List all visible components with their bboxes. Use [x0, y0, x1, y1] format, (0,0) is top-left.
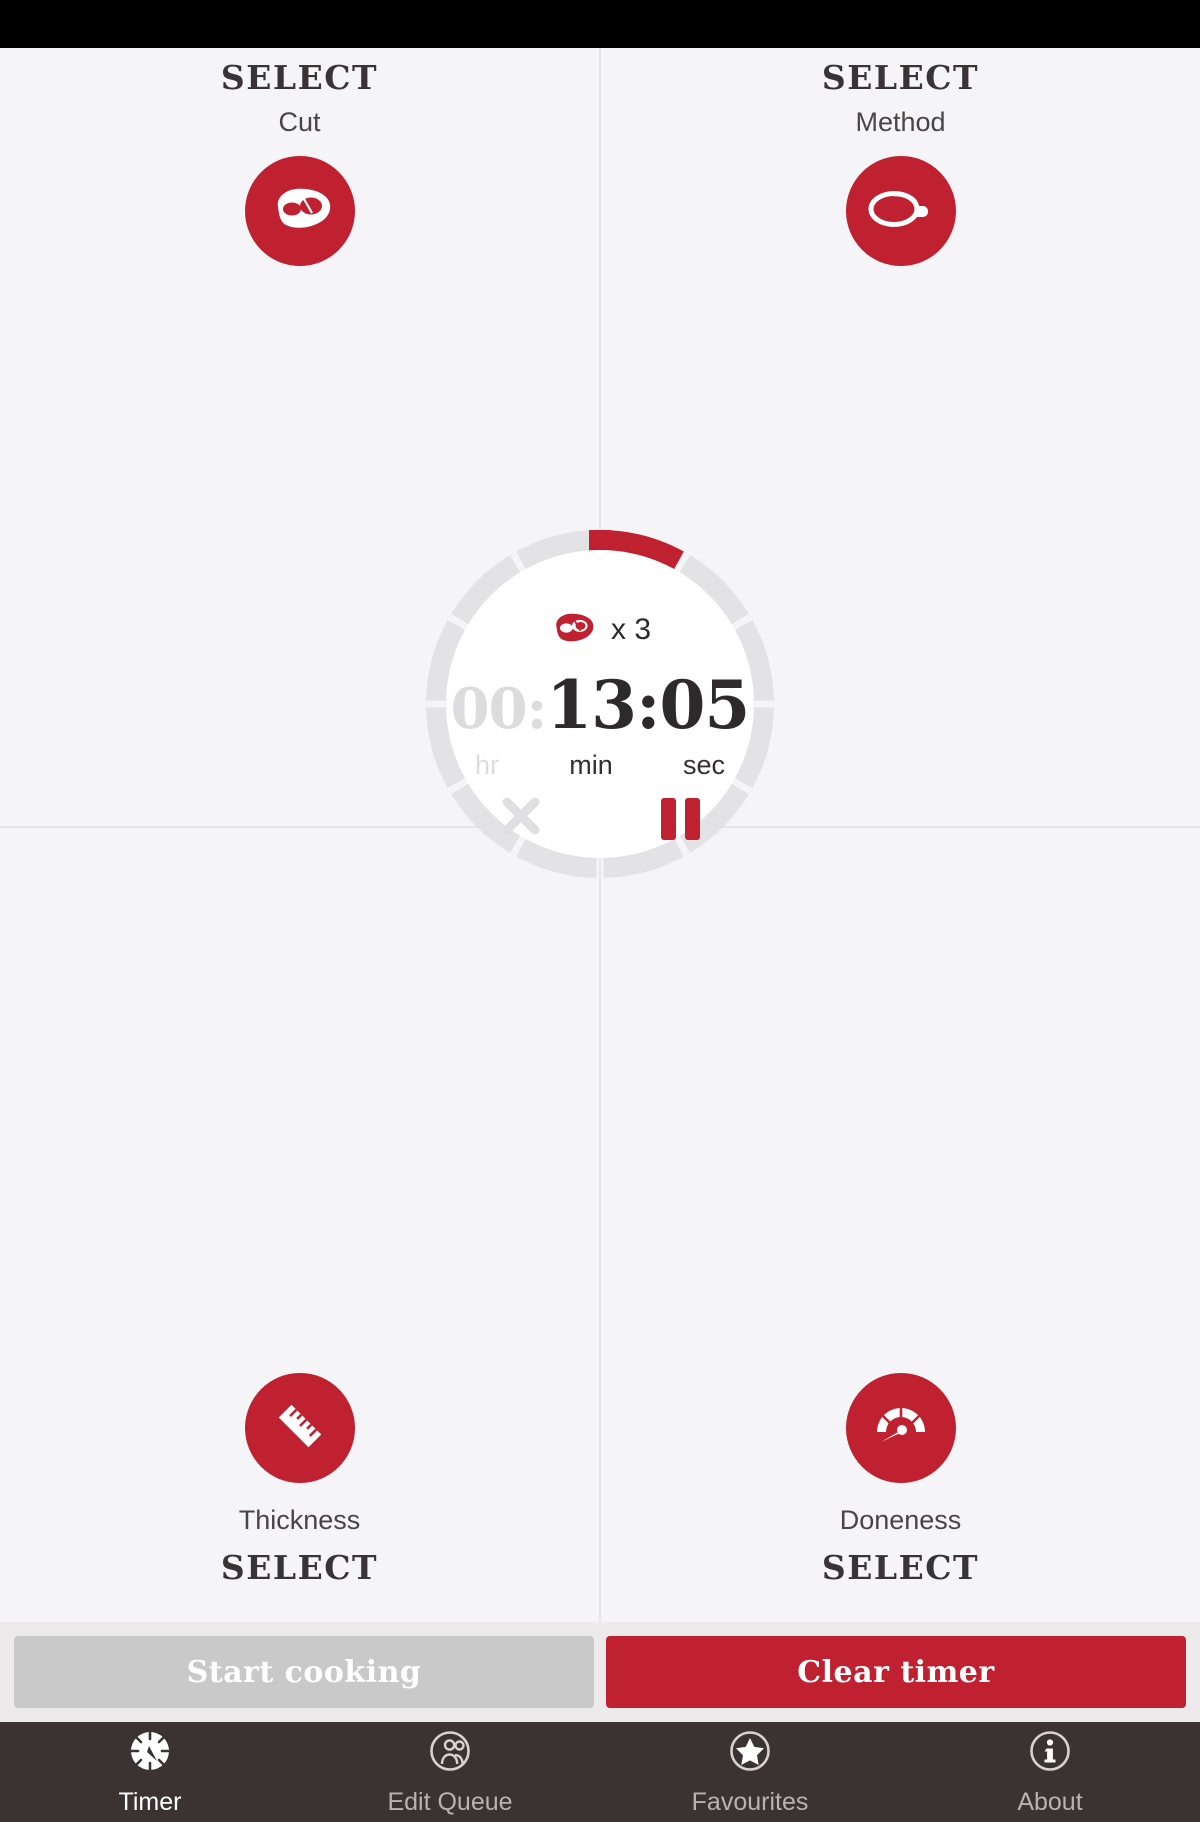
cut-field-label: Cut: [278, 107, 321, 137]
nav-item-edit-queue[interactable]: Edit Queue: [300, 1722, 600, 1822]
stopwatch-icon: [126, 1727, 174, 1780]
nav-item-favourites[interactable]: Favourites: [600, 1722, 900, 1822]
timer-units: hr min sec: [475, 750, 725, 781]
star-icon: [726, 1727, 774, 1780]
timer-unit-min: min: [569, 750, 613, 780]
clear-timer-button[interactable]: Clear timer: [606, 1636, 1186, 1708]
timer-content: x 3 00 : 13 : 05 hr min sec: [446, 586, 754, 894]
thickness-icon-button[interactable]: [244, 1373, 355, 1483]
selector-cut[interactable]: SELECT Cut: [0, 58, 599, 266]
timer-sep-1: :: [526, 676, 548, 742]
timer-hours: 00: [450, 676, 528, 742]
method-select-label: SELECT: [821, 58, 980, 97]
app-root: SELECT Cut SELECT Method Thickness SELEC…: [0, 0, 1200, 1822]
gauge-icon: [869, 1398, 933, 1459]
timer-minutes: 13: [546, 666, 637, 744]
start-cooking-button[interactable]: Start cooking: [14, 1636, 594, 1708]
info-icon: [1026, 1727, 1074, 1780]
timer-unit-sec: sec: [682, 750, 725, 780]
bottom-nav: Timer Edit Queue Favourites About: [0, 1722, 1200, 1822]
timer-unit-hr: hr: [475, 750, 500, 780]
timer-controls: [500, 795, 700, 842]
thickness-select-label: SELECT: [220, 1548, 379, 1587]
close-icon[interactable]: [500, 795, 542, 842]
timer-seconds: 05: [659, 666, 750, 744]
selector-method[interactable]: SELECT Method: [601, 58, 1200, 266]
pause-bar-right: [685, 797, 700, 840]
frying-pan-icon: [868, 185, 934, 238]
action-bar: Start cooking Clear timer: [0, 1622, 1200, 1722]
method-icon-button[interactable]: [845, 156, 956, 266]
selector-doneness[interactable]: Doneness SELECT: [601, 1373, 1200, 1587]
people-icon: [426, 1727, 474, 1780]
timer-digits: 00 : 13 : 05: [450, 666, 751, 744]
nav-label-edit-queue: Edit Queue: [387, 1788, 513, 1816]
ruler-icon: [269, 1395, 331, 1462]
nav-label-about: About: [1017, 1788, 1083, 1816]
timer-dial[interactable]: x 3 00 : 13 : 05 hr min sec: [350, 530, 850, 878]
selector-thickness[interactable]: Thickness SELECT: [0, 1373, 599, 1587]
doneness-select-label: SELECT: [821, 1548, 980, 1587]
thickness-field-label: Thickness: [238, 1505, 361, 1535]
cut-icon-button[interactable]: [244, 156, 355, 266]
timer-quantity-text: x 3: [610, 613, 652, 646]
nav-label-favourites: Favourites: [691, 1788, 809, 1816]
doneness-field-label: Doneness: [839, 1505, 962, 1535]
method-field-label: Method: [855, 107, 946, 137]
cut-select-label: SELECT: [220, 58, 379, 97]
steak-icon: [549, 611, 595, 650]
status-bar: [0, 0, 1200, 48]
doneness-icon-button[interactable]: [845, 1373, 956, 1483]
steak-icon: [268, 185, 332, 238]
nav-item-timer[interactable]: Timer: [0, 1722, 300, 1822]
nav-label-timer: Timer: [118, 1788, 182, 1816]
nav-item-about[interactable]: About: [900, 1722, 1200, 1822]
timer-sep-2: :: [636, 666, 660, 744]
pause-icon[interactable]: [661, 797, 700, 840]
pause-bar-left: [661, 797, 676, 840]
timer-quantity: x 3: [549, 610, 651, 650]
